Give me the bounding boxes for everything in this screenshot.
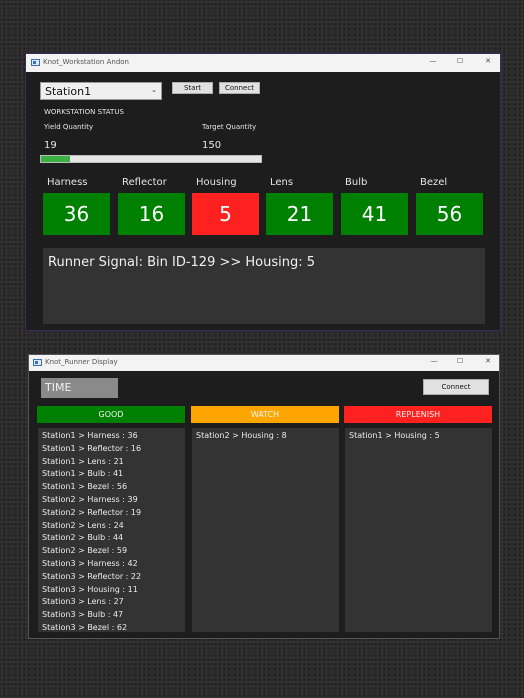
list-item: Station1 > Lens : 21 <box>42 456 124 466</box>
bin-tile-lens: 21 <box>266 193 333 235</box>
minimize-button[interactable]: — <box>427 357 441 365</box>
list-item: Station1 > Bezel : 56 <box>42 482 128 492</box>
close-button[interactable]: ✕ <box>481 57 495 65</box>
list-item: Station1 > Reflector : 16 <box>42 443 142 453</box>
window-title: Knot_Runner Display <box>45 358 118 366</box>
status-heading: WORKSTATION STATUS <box>44 108 124 116</box>
list-item: Station2 > Lens : 24 <box>42 520 124 530</box>
list-item: Station1 > Housing : 5 <box>349 431 440 440</box>
column-list-replenish: Station1 > Housing : 5 <box>345 428 492 632</box>
connect-button[interactable]: Connect <box>423 379 489 395</box>
close-button[interactable]: ✕ <box>481 357 495 365</box>
list-item: Station1 > Bulb : 41 <box>42 469 124 479</box>
connect-button[interactable]: Connect <box>219 82 260 94</box>
bin-label-bulb: Bulb <box>345 177 368 188</box>
workstation-titlebar: Knot_Workstation Andon — ☐ ✕ <box>26 54 500 72</box>
yield-progress-bar <box>40 155 262 163</box>
runner-signal-panel: Runner Signal: Bin ID-129 >> Housing: 5 <box>43 248 485 324</box>
list-item: Station2 > Reflector : 19 <box>42 507 142 517</box>
column-header-good: GOOD <box>37 406 185 423</box>
list-item: Station3 > Harness : 42 <box>42 559 138 568</box>
maximize-button[interactable]: ☐ <box>453 357 467 365</box>
column-list-good: Station1 > Harness : 36 Station1 > Reflec… <box>38 428 185 632</box>
runner-titlebar: Knot_Runner Display — ☐ ✕ <box>29 355 499 371</box>
yield-progress-fill <box>41 156 70 162</box>
chevron-down-icon: ⌄ <box>151 86 157 94</box>
time-display: TIME <box>41 378 118 398</box>
list-item: Station2 > Bulb : 44 <box>42 533 124 543</box>
list-item: Station3 > Reflector : 22 <box>42 571 142 581</box>
target-value: 150 <box>202 140 222 151</box>
workstation-window: Knot_Workstation Andon — ☐ ✕ Station1 ⌄ … <box>25 53 501 331</box>
bin-label-bezel: Bezel <box>420 177 448 188</box>
window-title: Knot_Workstation Andon <box>43 58 129 66</box>
app-icon <box>31 59 40 66</box>
list-item: Station3 > Lens : 27 <box>42 597 124 607</box>
bin-tile-harness: 36 <box>43 193 110 235</box>
bin-label-reflector: Reflector <box>122 177 167 188</box>
list-item: Station3 > Bulb : 47 <box>42 610 124 620</box>
bin-tile-reflector: 16 <box>118 193 185 235</box>
bin-label-housing: Housing <box>196 177 237 188</box>
bin-tile-housing: 5 <box>192 193 259 235</box>
bin-tile-bezel: 56 <box>416 193 483 235</box>
list-item: Station2 > Bezel : 59 <box>42 546 128 556</box>
yield-value: 19 <box>44 140 57 151</box>
bin-label-harness: Harness <box>47 177 88 188</box>
station-dropdown-value: Station1 <box>45 85 92 98</box>
yield-label: Yield Quantity <box>44 123 94 131</box>
station-dropdown[interactable]: Station1 ⌄ <box>40 82 162 100</box>
app-icon <box>33 359 42 366</box>
list-item: Station2 > Housing : 8 <box>196 431 287 440</box>
start-button[interactable]: Start <box>172 82 213 94</box>
column-header-replenish: REPLENISH <box>344 406 492 423</box>
list-item: Station3 > Bezel : 62 <box>42 623 128 632</box>
bin-tile-bulb: 41 <box>341 193 408 235</box>
list-item: Station3 > Housing : 11 <box>42 584 138 594</box>
runner-window: Knot_Runner Display — ☐ ✕ TIME Connect G… <box>28 354 500 639</box>
column-header-watch: WATCH <box>191 406 339 423</box>
runner-signal-text: Runner Signal: Bin ID-129 >> Housing: 5 <box>48 255 316 270</box>
time-label: TIME <box>45 381 72 394</box>
list-item: Station2 > Harness : 39 <box>42 495 138 504</box>
list-item: Station1 > Harness : 36 <box>42 431 138 440</box>
column-list-watch: Station2 > Housing : 8 <box>192 428 339 632</box>
maximize-button[interactable]: ☐ <box>453 57 467 65</box>
target-label: Target Quantity <box>202 123 257 131</box>
bin-label-lens: Lens <box>270 177 294 188</box>
minimize-button[interactable]: — <box>426 57 440 65</box>
